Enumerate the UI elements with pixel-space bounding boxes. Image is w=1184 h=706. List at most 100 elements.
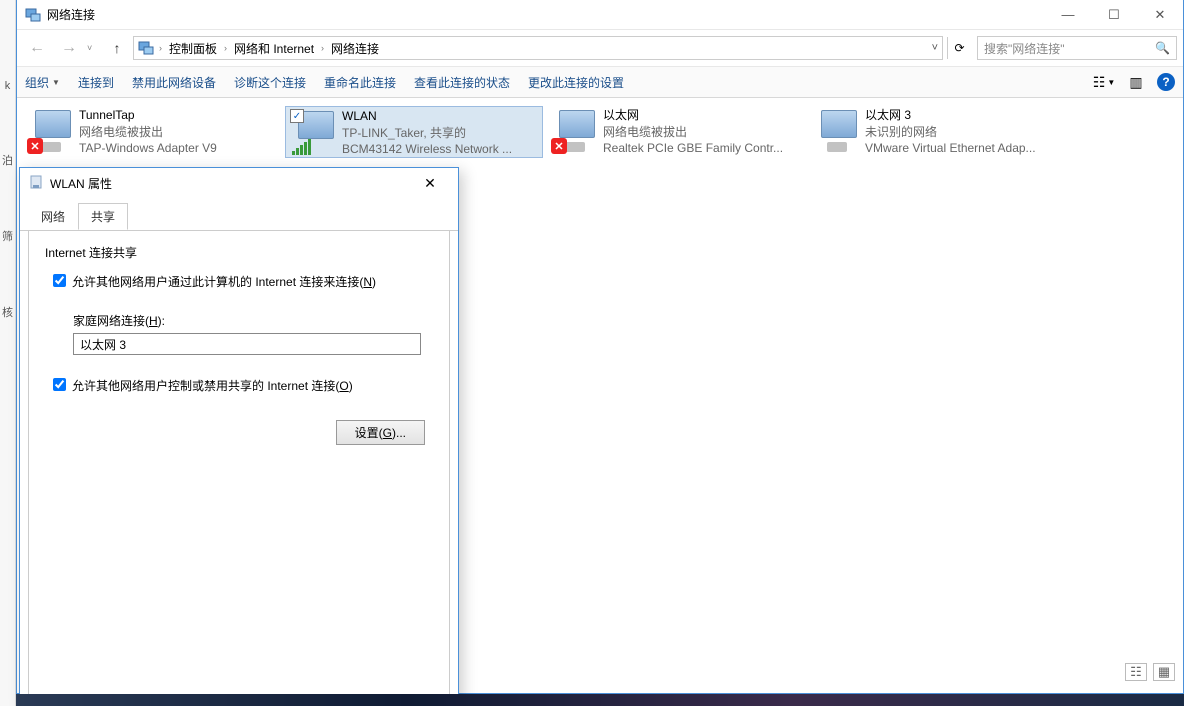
cmd-label: 组织 [25,74,49,91]
sharing-panel: Internet 连接共享 允许其他网络用户通过此计算机的 Internet 连… [28,230,450,695]
cmd-label: 重命名此连接 [324,74,396,91]
connection-status: 未识别的网络 [865,125,1036,141]
tab-network[interactable]: 网络 [28,203,78,230]
disable-device-button[interactable]: 禁用此网络设备 [132,74,216,91]
connection-status: TP-LINK_Taker, 共享的 [342,126,512,142]
wlan-properties-dialog: WLAN 属性 ✕ 网络 共享 Internet 连接共享 允许其他网络用户通过… [19,167,459,704]
back-button[interactable]: ← [23,36,51,60]
bg-char: 泊 [2,152,13,168]
change-settings-button[interactable]: 更改此连接的设置 [528,74,624,91]
connection-item[interactable]: 以太网 3未识别的网络VMware Virtual Ethernet Adap.… [809,106,1067,158]
maximize-button[interactable]: ☐ [1091,0,1137,30]
dialog-tabs: 网络 共享 [20,199,458,231]
search-placeholder: 搜索"网络连接" [984,40,1065,57]
cmd-label: 连接到 [78,74,114,91]
connection-name: WLAN [342,109,512,125]
connection-name: TunnelTap [79,108,217,124]
location-icon [138,40,154,56]
allow-control-label: 允许其他网络用户控制或禁用共享的 Internet 连接(O) [72,377,353,394]
connect-to-button[interactable]: 连接到 [78,74,114,91]
disconnected-icon: ✕ [551,138,567,154]
search-icon: 🔍 [1155,41,1170,55]
settings-button[interactable]: 设置(G)... [336,420,425,445]
cmd-label: 更改此连接的设置 [528,74,624,91]
search-input[interactable]: 搜索"网络连接" 🔍 [977,36,1177,60]
dialog-title: WLAN 属性 [50,175,112,192]
breadcrumb-expand[interactable]: ˅ [932,42,938,54]
connections-list: ✕TunnelTap网络电缆被拔出TAP-Windows Adapter V9✓… [17,98,1183,166]
bg-char: 筛 [2,228,13,244]
home-network-combobox[interactable] [73,333,421,355]
home-network-label: 家庭网络连接(H): [73,312,433,329]
disconnected-icon: ✕ [27,138,43,154]
allow-control-checkbox-row: 允许其他网络用户控制或禁用共享的 Internet 连接(O) [53,377,433,394]
cmd-label: 查看此连接的状态 [414,74,510,91]
up-button[interactable]: ↑ [105,36,129,60]
allow-connect-label: 允许其他网络用户通过此计算机的 Internet 连接来连接(N) [72,273,376,290]
forward-button[interactable]: → [55,36,83,60]
large-icons-view-button[interactable]: ▦ [1153,663,1175,681]
allow-control-checkbox[interactable] [53,378,66,391]
breadcrumb-item[interactable]: 网络连接 [329,40,381,57]
command-bar: 组织▼ 连接到 禁用此网络设备 诊断这个连接 重命名此连接 查看此连接的状态 更… [17,66,1183,98]
cmd-label: 诊断这个连接 [234,74,306,91]
dropdown-icon: ▼ [52,78,60,87]
tab-sharing[interactable]: 共享 [78,203,128,230]
address-bar[interactable]: › 控制面板 › 网络和 Internet › 网络连接 ˅ [133,36,943,60]
connection-icon: ✕ [27,108,73,154]
network-connections-icon [25,7,41,23]
breadcrumb-sep: › [221,43,230,53]
history-dropdown-button[interactable]: ˅ [87,43,101,53]
refresh-icon: ⟳ [954,41,964,55]
address-bar-row: ← → ˅ ↑ › 控制面板 › 网络和 Internet › 网络连接 ˅ ⟳… [17,30,1183,66]
minimize-button[interactable]: — [1045,0,1091,30]
default-connection-check-icon: ✓ [290,109,304,123]
background-window-edge: k 泊 筛 核 [0,0,16,706]
connection-text: 以太网网络电缆被拔出Realtek PCIe GBE Family Contr.… [603,108,783,157]
window-title: 网络连接 [47,6,95,23]
titlebar: 网络连接 — ☐ ✕ [17,0,1183,30]
breadcrumb-sep: › [318,43,327,53]
connection-text: 以太网 3未识别的网络VMware Virtual Ethernet Adap.… [865,108,1036,157]
connection-device: VMware Virtual Ethernet Adap... [865,141,1036,157]
dialog-close-button[interactable]: ✕ [410,169,450,197]
details-view-button[interactable]: ☷ [1125,663,1147,681]
refresh-button[interactable]: ⟳ [947,37,971,59]
view-options-button[interactable]: ☷▼ [1093,71,1115,93]
connection-status: 网络电缆被拔出 [79,125,217,141]
connection-text: TunnelTap网络电缆被拔出TAP-Windows Adapter V9 [79,108,217,157]
ics-group-label: Internet 连接共享 [45,244,433,261]
connection-name: 以太网 3 [865,108,1036,124]
rename-button[interactable]: 重命名此连接 [324,74,396,91]
connection-status: 网络电缆被拔出 [603,125,783,141]
dialog-titlebar: WLAN 属性 ✕ [20,168,458,198]
preview-pane-button[interactable]: ▥ [1125,71,1147,93]
connection-text: WLANTP-LINK_Taker, 共享的BCM43142 Wireless … [342,109,512,158]
connection-item[interactable]: ✕ TunnelTap网络电缆被拔出TAP-Windows Adapter V9 [23,106,281,158]
connection-item[interactable]: ✕ 以太网网络电缆被拔出Realtek PCIe GBE Family Contr… [547,106,805,158]
allow-connect-checkbox-row: 允许其他网络用户通过此计算机的 Internet 连接来连接(N) [53,273,433,290]
cmd-label: 禁用此网络设备 [132,74,216,91]
connection-device: Realtek PCIe GBE Family Contr... [603,141,783,157]
connection-item[interactable]: ✓ WLANTP-LINK_Taker, 共享的BCM43142 Wireless… [285,106,543,158]
diagnose-button[interactable]: 诊断这个连接 [234,74,306,91]
connection-device: TAP-Windows Adapter V9 [79,141,217,157]
close-button[interactable]: ✕ [1137,0,1183,30]
connection-name: 以太网 [603,108,783,124]
breadcrumb-item[interactable]: 控制面板 [167,40,219,57]
breadcrumb-item[interactable]: 网络和 Internet [232,40,316,57]
bg-char: k [5,80,11,92]
allow-connect-checkbox[interactable] [53,274,66,287]
view-mode-strip: ☷ ▦ [1125,663,1175,681]
connection-icon [813,108,859,154]
wifi-adapter-icon [28,175,44,191]
connection-device: BCM43142 Wireless Network ... [342,142,512,158]
organize-button[interactable]: 组织▼ [25,74,60,91]
connection-icon: ✕ [551,108,597,154]
taskbar-sliver [16,694,1184,706]
connection-icon: ✓ [290,109,336,155]
breadcrumb-sep[interactable]: › [156,43,165,53]
bg-char: 核 [2,304,13,320]
view-status-button[interactable]: 查看此连接的状态 [414,74,510,91]
help-button[interactable]: ? [1157,73,1175,91]
